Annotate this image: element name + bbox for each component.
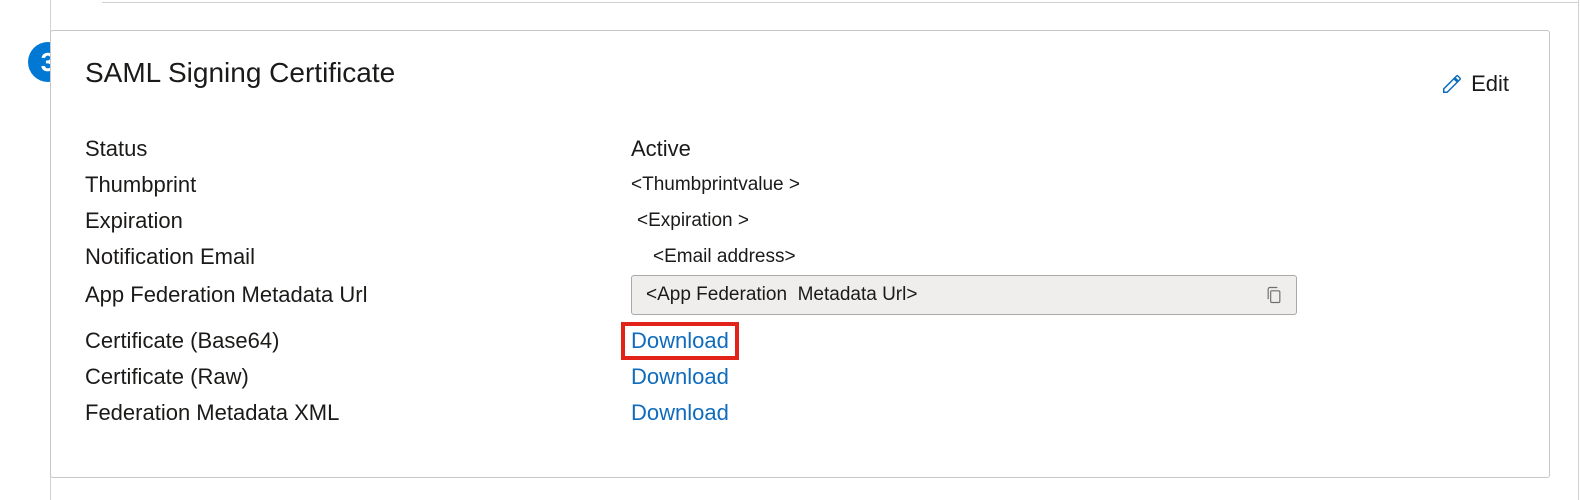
field-rows: Status Active Thumbprint <Thumbprintvalu… xyxy=(85,131,1515,431)
label-cert-raw: Certificate (Raw) xyxy=(85,364,631,390)
label-expiration: Expiration xyxy=(85,208,631,234)
right-border xyxy=(1578,0,1579,500)
value-status: Active xyxy=(631,136,691,162)
download-fed-xml[interactable]: Download xyxy=(631,400,729,426)
label-fed-xml: Federation Metadata XML xyxy=(85,400,631,426)
metadata-url-input[interactable] xyxy=(646,284,1262,306)
label-status: Status xyxy=(85,136,631,162)
label-cert-base64: Certificate (Base64) xyxy=(85,328,631,354)
row-metadata-url: App Federation Metadata Url xyxy=(85,275,1515,315)
download-cert-base64[interactable]: Download xyxy=(625,326,735,356)
edit-label: Edit xyxy=(1471,71,1509,97)
edit-button[interactable]: Edit xyxy=(1435,67,1515,101)
previous-card-border xyxy=(102,2,1578,3)
label-notification-email: Notification Email xyxy=(85,244,631,270)
metadata-url-field xyxy=(631,275,1297,315)
card-title: SAML Signing Certificate xyxy=(85,57,395,89)
value-thumbprint: <Thumbprintvalue > xyxy=(631,174,800,196)
copy-button[interactable] xyxy=(1262,282,1286,308)
pencil-icon xyxy=(1441,73,1463,95)
value-expiration: <Expiration > xyxy=(631,210,749,232)
row-status: Status Active xyxy=(85,131,1515,167)
row-thumbprint: Thumbprint <Thumbprintvalue > xyxy=(85,167,1515,203)
row-cert-base64: Certificate (Base64) Download xyxy=(85,323,1515,359)
saml-signing-certificate-card: SAML Signing Certificate Edit Status Act… xyxy=(50,30,1550,478)
row-expiration: Expiration <Expiration > xyxy=(85,203,1515,239)
value-notification-email: <Email address> xyxy=(631,246,796,268)
label-thumbprint: Thumbprint xyxy=(85,172,631,198)
row-notification-email: Notification Email <Email address> xyxy=(85,239,1515,275)
download-cert-raw[interactable]: Download xyxy=(631,364,729,390)
card-header: SAML Signing Certificate Edit xyxy=(85,57,1515,101)
row-fed-xml: Federation Metadata XML Download xyxy=(85,395,1515,431)
row-cert-raw: Certificate (Raw) Download xyxy=(85,359,1515,395)
label-metadata-url: App Federation Metadata Url xyxy=(85,282,631,308)
copy-icon xyxy=(1264,284,1284,306)
